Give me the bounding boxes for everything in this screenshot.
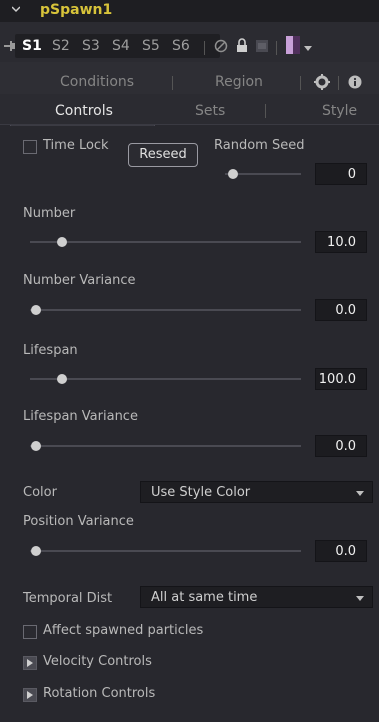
tabs-row-top: Conditions Region [0,62,379,94]
time-lock-checkbox[interactable] [23,140,37,154]
info-icon[interactable] [348,75,362,89]
number-handle[interactable] [57,237,67,247]
slot-s4[interactable]: S4 [112,38,130,54]
temporal-dist-label: Temporal Dist [23,591,113,606]
slot-s1[interactable]: S1 [22,38,42,54]
position-variance-input[interactable]: 0.0 [315,540,367,562]
tab-divider [338,76,339,90]
position-variance-label: Position Variance [23,514,134,529]
tab-divider [300,76,301,90]
position-variance-handle[interactable] [31,546,41,556]
tab-divider [265,104,266,118]
lifespan-input[interactable]: 100.0 [315,368,367,390]
velocity-controls-expander[interactable] [23,656,37,670]
time-lock-label: Time Lock [43,138,109,153]
node-title: pSpawn1 [40,2,113,18]
affect-spawned-label: Affect spawned particles [43,623,204,638]
tab-region[interactable]: Region [215,74,263,90]
cache-icon[interactable] [256,40,268,52]
chevron-down-icon [356,596,364,601]
color-dropdown-value: Use Style Color [151,485,251,500]
lifespan-variance-handle[interactable] [31,441,41,451]
slot-s3[interactable]: S3 [82,38,100,54]
disable-icon[interactable] [214,39,228,53]
number-variance-input[interactable]: 0.0 [315,299,367,321]
rotation-controls-expander[interactable] [23,688,37,702]
random-seed-handle[interactable] [228,169,238,179]
lifespan-variance-slider[interactable] [30,445,301,447]
number-variance-handle[interactable] [31,305,41,315]
lifespan-variance-input[interactable]: 0.0 [315,435,367,457]
tab-conditions[interactable]: Conditions [60,74,134,90]
number-variance-label: Number Variance [23,273,136,288]
color-dropdown[interactable]: Use Style Color [140,481,373,503]
slot-s6[interactable]: S6 [172,38,190,54]
settings-icon[interactable] [314,74,330,90]
swatch-dropdown-icon[interactable] [304,46,312,51]
number-label: Number [23,206,76,221]
expand-arrow-icon [27,659,33,667]
tab-style[interactable]: Style [322,103,357,119]
inspector-panel: pSpawn1 S1 S2 S3 S4 S5 S6 Conditions Reg… [0,0,379,722]
lock-icon[interactable] [236,38,248,53]
tab-divider [172,76,173,90]
number-input[interactable]: 10.0 [315,231,367,253]
number-slider[interactable] [30,241,301,243]
random-seed-label: Random Seed [214,138,305,153]
lifespan-variance-label: Lifespan Variance [23,409,138,424]
rotation-controls-label[interactable]: Rotation Controls [43,686,155,701]
tabs-row-bottom: Controls Sets Style [0,94,379,125]
toolbar-divider [204,41,205,55]
tab-controls[interactable]: Controls [55,103,113,119]
velocity-controls-label[interactable]: Velocity Controls [43,654,152,669]
tab-sets[interactable]: Sets [195,103,225,119]
version-toolbar: S1 S2 S3 S4 S5 S6 [0,22,379,62]
slot-s5[interactable]: S5 [142,38,160,54]
chevron-down-icon [356,491,364,496]
color-label: Color [23,485,57,500]
temporal-dist-dropdown[interactable]: All at same time [140,586,373,608]
temporal-dist-dropdown-value: All at same time [151,590,258,605]
reseed-button[interactable]: Reseed [128,143,198,167]
affect-spawned-checkbox[interactable] [23,625,37,639]
lifespan-handle[interactable] [57,374,67,384]
random-seed-input[interactable]: 0 [315,163,367,185]
lifespan-label: Lifespan [23,343,78,358]
position-variance-slider[interactable] [30,550,301,552]
chevron-down-icon[interactable] [12,5,20,13]
expand-arrow-icon [27,691,33,699]
toolbar-divider [276,41,277,55]
number-variance-slider[interactable] [30,309,301,311]
lifespan-slider[interactable] [30,378,301,380]
slot-s2[interactable]: S2 [52,38,70,54]
node-header[interactable]: pSpawn1 [0,0,379,22]
color-swatch-icon[interactable] [286,36,300,54]
